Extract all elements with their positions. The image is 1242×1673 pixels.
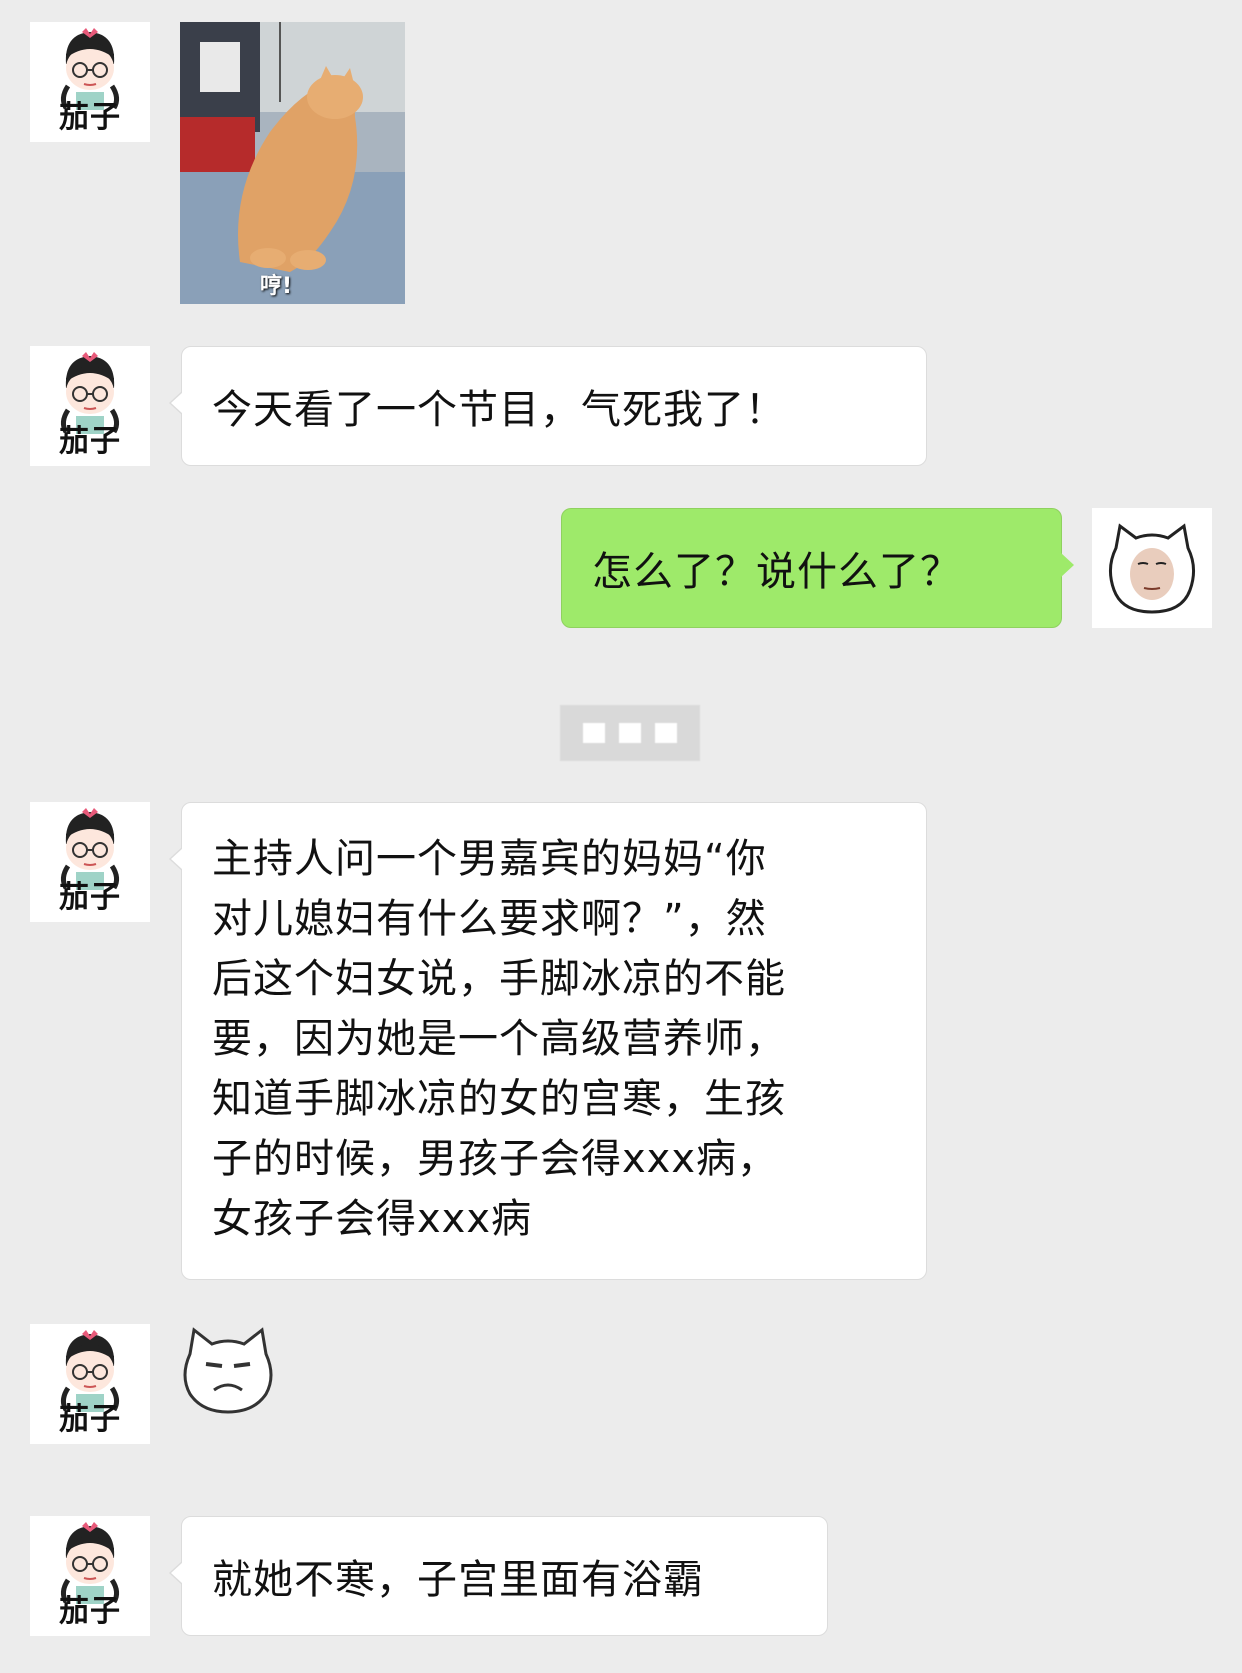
image-caption: 哼! [260,274,293,299]
my-avatar[interactable] [1092,508,1212,628]
message-text: 就她不寒，子宫里面有浴霸 [212,1557,704,1603]
message-row: 茄子 今天看了一个节目，气死我了！ [0,320,1242,470]
grumpy-cat-sticker[interactable] [180,1324,276,1414]
message-row: 茄子 主持人问一个男嘉宾的妈妈“你 对儿媳妇有什么要求啊？”，然 后这个妇女说，… [0,780,1242,1290]
outgoing-message-bubble[interactable]: 怎么了？说什么了？ [561,508,1074,628]
message-row: 怎么了？说什么了？ [0,480,1242,640]
message-row: 茄子 哼! [0,0,1242,320]
cat-photo-icon [180,22,405,304]
contact-avatar[interactable]: 茄子 [30,1516,150,1636]
incoming-message-bubble[interactable]: 主持人问一个男嘉宾的妈妈“你 对儿媳妇有什么要求啊？”，然 后这个妇女说，手脚冰… [169,802,927,1280]
message-row: 茄子 [0,1300,1242,1450]
avatar-name-label: 茄子 [59,424,121,459]
incoming-message-bubble[interactable]: 就她不寒，子宫里面有浴霸 [169,1516,828,1636]
avatar-name-label: 茄子 [59,100,121,135]
avatar-name-label: 茄子 [59,880,121,915]
cat-face-avatar-icon [1109,523,1195,614]
grumpy-cat-face-icon [183,1327,273,1414]
message-text: 怎么了？说什么了？ [592,549,961,595]
contact-avatar[interactable]: 茄子 [30,346,150,466]
contact-avatar[interactable]: 茄子 [30,1324,150,1444]
blurred-timestamp-divider [560,705,700,761]
avatar-name-label: 茄子 [59,1594,121,1629]
cat-gif-image[interactable]: 哼! [180,22,405,304]
message-text: 今天看了一个节目，气死我了！ [212,387,786,433]
message-text: 主持人问一个男嘉宾的妈妈“你 对儿媳妇有什么要求啊？”，然 后这个妇女说，手脚冰… [212,836,786,1242]
avatar-name-label: 茄子 [59,1402,121,1437]
message-row: 茄子 就她不寒，子宫里面有浴霸 [0,1490,1242,1640]
incoming-message-bubble[interactable]: 今天看了一个节目，气死我了！ [169,346,927,466]
contact-avatar[interactable]: 茄子 [30,22,150,142]
contact-avatar[interactable]: 茄子 [30,802,150,922]
